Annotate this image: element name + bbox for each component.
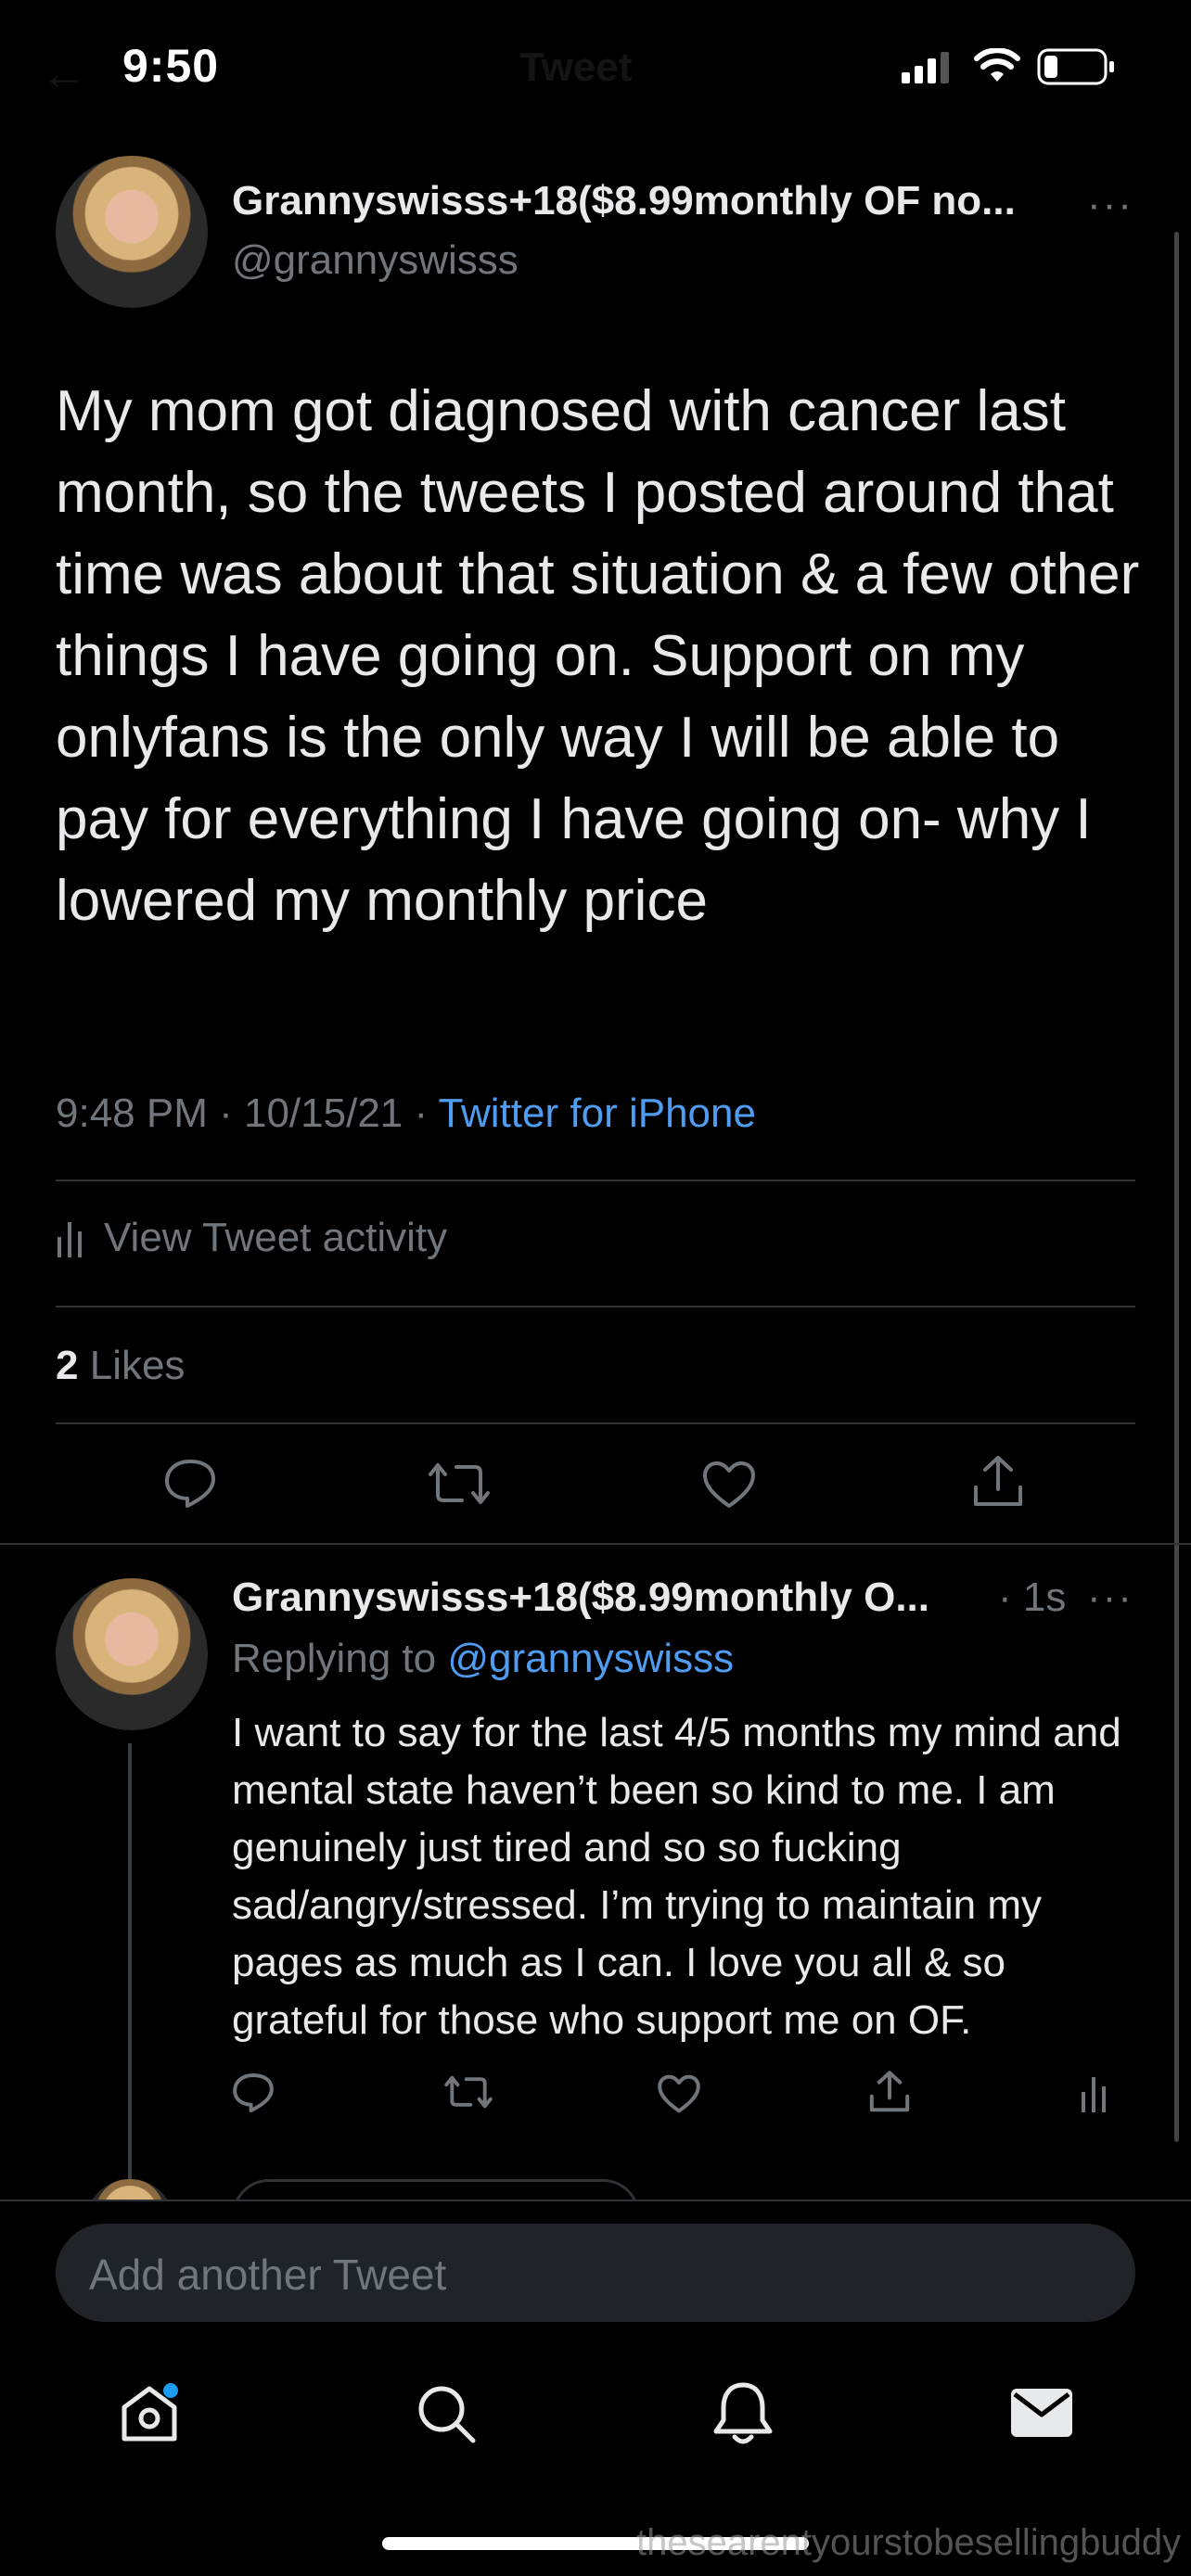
likes-number: 2	[56, 1343, 79, 1388]
notifications-icon[interactable]	[711, 2379, 775, 2448]
tweet-date: 10/15/21	[243, 1090, 403, 1136]
reply-like-icon[interactable]	[657, 2073, 701, 2114]
like-icon[interactable]	[701, 1460, 757, 1510]
reply-more-options-icon[interactable]: ···	[1087, 1575, 1133, 1621]
likes-count[interactable]: 2 Likes	[56, 1343, 185, 1389]
signal-icon	[902, 52, 950, 83]
tweet-source-link[interactable]: Twitter for iPhone	[439, 1090, 756, 1136]
home-icon[interactable]	[117, 2381, 182, 2446]
reply-analytics-icon[interactable]	[1080, 2073, 1108, 2112]
analytics-icon	[56, 1218, 83, 1257]
header-title: Tweet	[519, 45, 633, 90]
battery-icon	[1037, 48, 1117, 85]
reply-age-value: 1s	[1022, 1575, 1067, 1620]
reply-share-icon[interactable]	[868, 2070, 911, 2114]
reply-icon[interactable]	[163, 1458, 217, 1510]
status-time: 9:50	[122, 40, 220, 92]
add-tweet-input[interactable]: Add another Tweet	[56, 2224, 1135, 2322]
replying-handle-link[interactable]: @grannyswisss	[447, 1636, 734, 1681]
divider	[56, 1306, 1135, 1307]
author-handle[interactable]: @grannyswisss	[232, 237, 519, 284]
reply-age: · 1s	[998, 1575, 1067, 1620]
divider	[0, 1543, 1191, 1545]
messages-icon[interactable]	[1009, 2387, 1074, 2439]
thread-line	[128, 1743, 132, 2179]
tweet-time: 9:48 PM	[56, 1090, 208, 1136]
wifi-icon	[974, 48, 1020, 83]
back-arrow-icon[interactable]: ←	[41, 46, 87, 100]
replying-to: Replying to @grannyswisss	[232, 1636, 734, 1682]
tweet-meta: 9:48 PM · 10/15/21 · Twitter for iPhone	[56, 1090, 756, 1136]
more-options-icon[interactable]: ···	[1087, 182, 1133, 228]
replying-prefix: Replying to	[232, 1636, 437, 1681]
reply-text: I want to say for the last 4/5 months my…	[232, 1710, 1121, 2043]
scrollbar[interactable]	[1174, 232, 1179, 2142]
tweet-text: My mom got diagnosed with cancer last mo…	[56, 379, 1140, 933]
divider	[56, 1422, 1135, 1424]
reply-reply-icon[interactable]	[232, 2072, 275, 2114]
author-avatar[interactable]	[56, 156, 208, 308]
author-name[interactable]: Grannyswisss+18($8.99monthly OF no...	[232, 178, 1016, 224]
share-icon[interactable]	[972, 1454, 1024, 1510]
divider	[56, 1180, 1135, 1181]
reply-author-avatar[interactable]	[56, 1578, 208, 1730]
view-activity-button[interactable]: View Tweet activity	[56, 1215, 447, 1261]
reply-retweet-icon[interactable]	[443, 2073, 493, 2111]
retweet-icon[interactable]	[427, 1460, 492, 1508]
reply-author-name[interactable]: Grannyswisss+18($8.99monthly O...	[232, 1575, 929, 1621]
view-activity-label: View Tweet activity	[104, 1215, 448, 1260]
search-icon[interactable]	[414, 2381, 479, 2446]
watermark-text: thesearentyourstobesellingbuddy	[636, 2522, 1182, 2563]
likes-label: Likes	[89, 1343, 186, 1388]
